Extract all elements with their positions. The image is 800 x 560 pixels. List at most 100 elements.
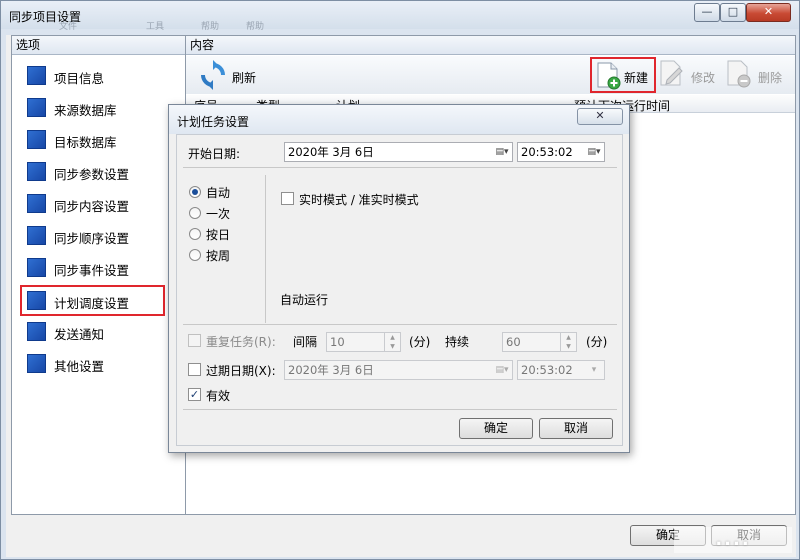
start-time-value: 20:53:02 (521, 145, 573, 159)
nav-item-sync-params[interactable]: 同步参数设置 (24, 159, 164, 185)
nav-item-label: 同步参数设置 (54, 167, 130, 182)
expiry-date-label: 过期日期(X): (206, 364, 276, 378)
nav-item-label: 项目信息 (54, 71, 105, 86)
ghost-menu-item: 帮助 (246, 22, 265, 32)
nav-item-label: 同步事件设置 (54, 263, 130, 278)
expiry-date-value: 2020年 3月 6日 (288, 363, 374, 377)
edit-icon (660, 60, 683, 86)
spin-up-icon[interactable]: ▲ (561, 333, 576, 342)
spin-down-icon[interactable]: ▼ (385, 342, 400, 351)
duration-value: 60 (506, 335, 521, 349)
nav-item-label: 其他设置 (54, 359, 105, 374)
calendar-dropdown-icon[interactable]: ▤▾ (493, 362, 511, 378)
interval-spinbox[interactable]: 10 ▲ ▼ (326, 332, 401, 352)
nav-item-sync-events[interactable]: 同步事件设置 (24, 255, 164, 281)
nav-item-schedule[interactable]: 计划调度设置 (20, 285, 165, 316)
delete-icon (727, 60, 751, 88)
start-date-value: 2020年 3月 6日 (288, 145, 374, 159)
time-dropdown-icon[interactable]: ▤▾ (585, 144, 603, 160)
content-header: 内容 (186, 36, 795, 55)
interval-spinner[interactable]: ▲ ▼ (384, 332, 400, 352)
time-dropdown-icon[interactable]: ▾ (585, 362, 603, 378)
separator (183, 324, 617, 325)
delete-button[interactable]: 删除 (758, 69, 782, 86)
realtime-mode-label: 实时模式 / 准实时模式 (299, 193, 419, 207)
mode-weekly-radio[interactable] (189, 249, 201, 261)
nav-item-other[interactable]: 其他设置 (24, 351, 164, 377)
maximize-button[interactable]: □ (720, 3, 746, 22)
close-button[interactable]: ✕ (746, 3, 791, 22)
valid-label: 有效 (206, 389, 231, 403)
duration-label: 持续 (445, 335, 470, 349)
spin-up-icon[interactable]: ▲ (385, 333, 400, 342)
expiry-time-picker[interactable]: 20:53:02 ▾ (517, 360, 605, 380)
repeat-task-checkbox[interactable] (188, 334, 201, 347)
refresh-button[interactable]: 刷新 (232, 69, 256, 86)
dialog-body: 开始日期: 2020年 3月 6日 ▤▾ 20:53:02 ▤▾ 自动 一次 按… (176, 134, 623, 446)
realtime-mode-checkbox[interactable] (281, 192, 294, 205)
mode-daily-radio[interactable] (189, 228, 201, 240)
spin-down-icon[interactable]: ▼ (561, 342, 576, 351)
nav-item-label: 计划调度设置 (54, 296, 130, 311)
mode-daily-label: 按日 (206, 228, 231, 242)
nav-item-target-db[interactable]: 目标数据库 (24, 127, 164, 153)
nav-item-project-info[interactable]: 项目信息 (24, 63, 164, 89)
start-date-picker[interactable]: 2020年 3月 6日 ▤▾ (284, 142, 513, 162)
nav-item-label: 来源数据库 (54, 103, 117, 118)
mode-auto-radio[interactable] (189, 186, 201, 198)
ghost-menu-item: 文件 (59, 22, 78, 32)
blue-square-icon (27, 98, 46, 117)
refresh-icon[interactable] (197, 59, 229, 91)
minimize-button[interactable]: — (694, 3, 720, 22)
blue-square-icon (27, 322, 46, 341)
dialog-ok-button[interactable]: 确定 (459, 418, 533, 439)
blue-square-icon (27, 66, 46, 85)
expiry-date-checkbox[interactable] (188, 363, 201, 376)
nav-item-source-db[interactable]: 来源数据库 (24, 95, 164, 121)
watermark: .... (674, 527, 792, 553)
dialog-close-button[interactable]: ✕ (577, 108, 623, 125)
start-time-picker[interactable]: 20:53:02 ▤▾ (517, 142, 605, 162)
mode-once-radio[interactable] (189, 207, 201, 219)
nav-item-label: 发送通知 (54, 327, 105, 342)
nav-item-label: 目标数据库 (54, 135, 117, 150)
edit-button[interactable]: 修改 (691, 69, 715, 86)
interval-label: 间隔 (293, 335, 318, 349)
expiry-date-picker[interactable]: 2020年 3月 6日 ▤▾ (284, 360, 513, 380)
blue-square-icon (27, 291, 46, 310)
duration-spinbox[interactable]: 60 ▲ ▼ (502, 332, 577, 352)
blue-square-icon (27, 258, 46, 277)
duration-spinner[interactable]: ▲ ▼ (560, 332, 576, 352)
repeat-task-label: 重复任务(R): (206, 335, 276, 349)
nav-item-notify[interactable]: 发送通知 (24, 319, 164, 345)
ghost-menu-item: 工具 (146, 22, 165, 32)
nav-item-label: 同步顺序设置 (54, 231, 130, 246)
interval-unit-label: (分) (409, 335, 431, 349)
interval-value: 10 (330, 335, 345, 349)
blue-square-icon (27, 162, 46, 181)
auto-run-label: 自动运行 (280, 293, 329, 307)
new-button[interactable]: 新建 (590, 57, 656, 93)
dialog-title: 计划任务设置 (177, 115, 250, 129)
dialog-cancel-button[interactable]: 取消 (539, 418, 613, 439)
options-header: 选项 (12, 36, 185, 55)
schedule-task-dialog: 计划任务设置 ✕ 开始日期: 2020年 3月 6日 ▤▾ 20:53:02 ▤… (168, 104, 630, 453)
expiry-time-value: 20:53:02 (521, 363, 573, 377)
duration-unit-label: (分) (586, 335, 608, 349)
separator (265, 175, 266, 323)
new-button-label: 新建 (624, 71, 649, 85)
mode-auto-label: 自动 (206, 186, 231, 200)
calendar-dropdown-icon[interactable]: ▤▾ (493, 144, 511, 160)
toolbar: 刷新 新建 修改 删除 (186, 56, 795, 94)
title-bar[interactable]: 同步项目设置 文件 工具 帮助 帮助 — □ ✕ (1, 1, 799, 32)
separator (183, 409, 617, 410)
nav-item-sync-order[interactable]: 同步顺序设置 (24, 223, 164, 249)
mode-weekly-label: 按周 (206, 249, 231, 263)
nav-item-sync-content[interactable]: 同步内容设置 (24, 191, 164, 217)
ghost-menu-item: 帮助 (201, 22, 220, 32)
dialog-title-bar[interactable]: 计划任务设置 ✕ (169, 105, 629, 134)
mode-once-label: 一次 (206, 207, 231, 221)
options-panel: 选项 项目信息 来源数据库 目标数据库 同步参数设置 同步内容设置 同步顺序设置… (11, 35, 186, 515)
valid-checkbox[interactable]: ✓ (188, 388, 201, 401)
blue-square-icon (27, 226, 46, 245)
